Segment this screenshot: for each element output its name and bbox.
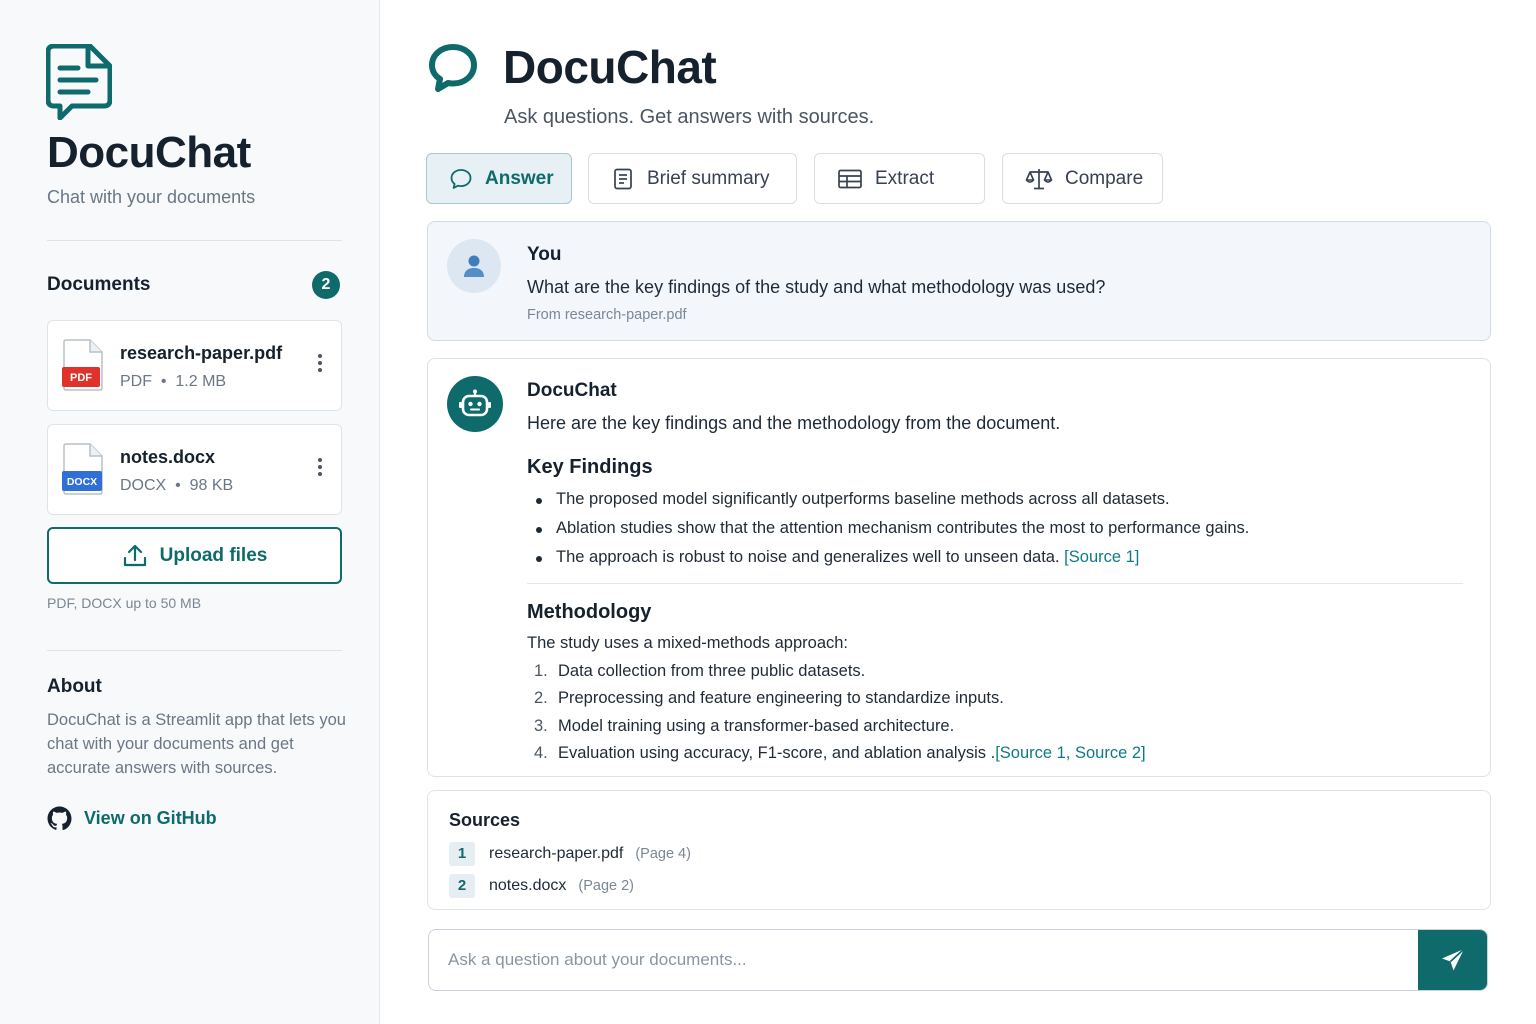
user-avatar xyxy=(447,239,501,293)
user-message-source: From research-paper.pdf xyxy=(527,307,687,323)
list-item: 1. Data collection from three public data… xyxy=(534,662,866,680)
tab-answer[interactable]: Answer xyxy=(426,153,572,204)
user-message-author: You xyxy=(527,244,562,265)
github-icon xyxy=(47,806,72,831)
brand-title: DocuChat xyxy=(47,128,251,177)
upload-icon xyxy=(123,544,146,566)
source-page: (Page 4) xyxy=(635,846,691,862)
robot-icon xyxy=(459,389,491,417)
page-title: DocuChat xyxy=(503,41,717,93)
pdf-badge-label: PDF xyxy=(70,372,92,384)
sources-heading: Sources xyxy=(449,810,521,830)
assistant-message-intro: Here are the key findings and the method… xyxy=(527,413,1061,433)
document-card-notes[interactable]: DOCX notes.docx DOCX • 98 KB xyxy=(47,424,342,515)
document-chat-logo-icon xyxy=(46,44,112,120)
send-button[interactable] xyxy=(1418,930,1487,990)
list-item: The proposed model significantly outperf… xyxy=(536,490,1249,519)
list-item: 4. Evaluation using accuracy, F1-score, a… xyxy=(534,743,1146,762)
tab-brief-summary[interactable]: Brief summary xyxy=(588,153,797,204)
chat-input[interactable] xyxy=(429,930,1419,990)
assistant-message: DocuChat Here are the key findings and t… xyxy=(427,358,1491,777)
table-icon xyxy=(838,169,862,188)
document-icon xyxy=(614,168,632,189)
upload-files-button[interactable]: Upload files xyxy=(47,527,342,584)
github-link[interactable]: View on GitHub xyxy=(47,806,217,831)
brand-subtitle: Chat with your documents xyxy=(47,187,256,207)
source-number: 1 xyxy=(449,842,475,866)
document-menu-icon[interactable] xyxy=(315,455,325,483)
methodology-heading: Methodology xyxy=(527,601,652,623)
sidebar: DocuChat Chat with your documents Docume… xyxy=(0,0,380,1024)
source-number: 2 xyxy=(449,874,475,898)
upload-files-label: Upload files xyxy=(159,544,268,566)
page-subtitle: Ask questions. Get answers with sources. xyxy=(504,106,875,128)
documents-count-badge: 2 xyxy=(312,271,340,299)
send-icon xyxy=(1441,948,1465,971)
sidebar-divider xyxy=(47,650,342,651)
key-findings-list: The proposed model significantly outperf… xyxy=(536,490,1249,577)
list-item: Ablation studies show that the attention… xyxy=(536,519,1249,548)
document-name: research-paper.pdf xyxy=(120,343,283,363)
methodology-steps-list: 1. Data collection from three public data… xyxy=(534,662,1146,771)
source-file: research-paper.pdf xyxy=(489,845,624,862)
docx-file-icon: DOCX xyxy=(62,443,103,495)
tab-compare-label: Compare xyxy=(1065,167,1144,189)
document-meta: DOCX • 98 KB xyxy=(120,477,234,494)
tab-brief-summary-label: Brief summary xyxy=(647,167,770,189)
sidebar-divider xyxy=(47,240,342,241)
source-file: notes.docx xyxy=(489,877,567,894)
user-message-text: What are the key findings of the study a… xyxy=(527,277,1106,297)
docx-badge-label: DOCX xyxy=(67,476,97,488)
document-menu-icon[interactable] xyxy=(315,351,325,379)
tab-compare[interactable]: Compare xyxy=(1002,153,1163,204)
document-name: notes.docx xyxy=(120,447,216,467)
assistant-avatar xyxy=(447,376,503,432)
about-heading: About xyxy=(47,676,102,697)
source-item[interactable]: 2 notes.docx (Page 2) xyxy=(449,874,634,898)
chat-bubble-icon xyxy=(450,168,472,189)
sources-panel: Sources 1 research-paper.pdf (Page 4) 2 … xyxy=(427,790,1491,910)
document-card-research-paper[interactable]: PDF research-paper.pdf PDF • 1.2 MB xyxy=(47,320,342,411)
tab-extract[interactable]: Extract xyxy=(814,153,985,204)
scale-icon xyxy=(1025,168,1053,189)
list-item: The approach is robust to noise and gene… xyxy=(536,548,1249,577)
tab-extract-label: Extract xyxy=(875,167,935,189)
list-item: 2. Preprocessing and feature engineering … xyxy=(534,689,1004,708)
citation-link[interactable]: [Source 1, Source 2] xyxy=(995,744,1145,762)
section-divider xyxy=(527,583,1463,584)
chat-bubble-logo-icon xyxy=(429,44,477,92)
source-page: (Page 2) xyxy=(578,878,635,894)
user-message: You What are the key findings of the stu… xyxy=(427,221,1491,341)
about-text: DocuChat is a Streamlit app that lets yo… xyxy=(47,711,346,777)
assistant-message-author: DocuChat xyxy=(527,380,617,401)
list-item: 3. Model training using a transformer-bas… xyxy=(534,716,955,735)
citation-link[interactable]: [Source 1] xyxy=(1064,548,1139,566)
upload-hint: PDF, DOCX up to 50 MB xyxy=(47,595,202,611)
tab-answer-label: Answer xyxy=(485,167,554,189)
pdf-file-icon: PDF xyxy=(62,339,103,391)
github-label: View on GitHub xyxy=(84,808,217,828)
methodology-intro: The study uses a mixed-methods approach: xyxy=(527,634,849,652)
document-meta: PDF • 1.2 MB xyxy=(120,373,227,390)
key-findings-heading: Key Findings xyxy=(527,456,653,478)
source-item[interactable]: 1 research-paper.pdf (Page 4) xyxy=(449,842,691,866)
documents-heading: Documents xyxy=(47,274,151,295)
chat-composer xyxy=(428,929,1488,991)
user-icon xyxy=(464,255,484,277)
